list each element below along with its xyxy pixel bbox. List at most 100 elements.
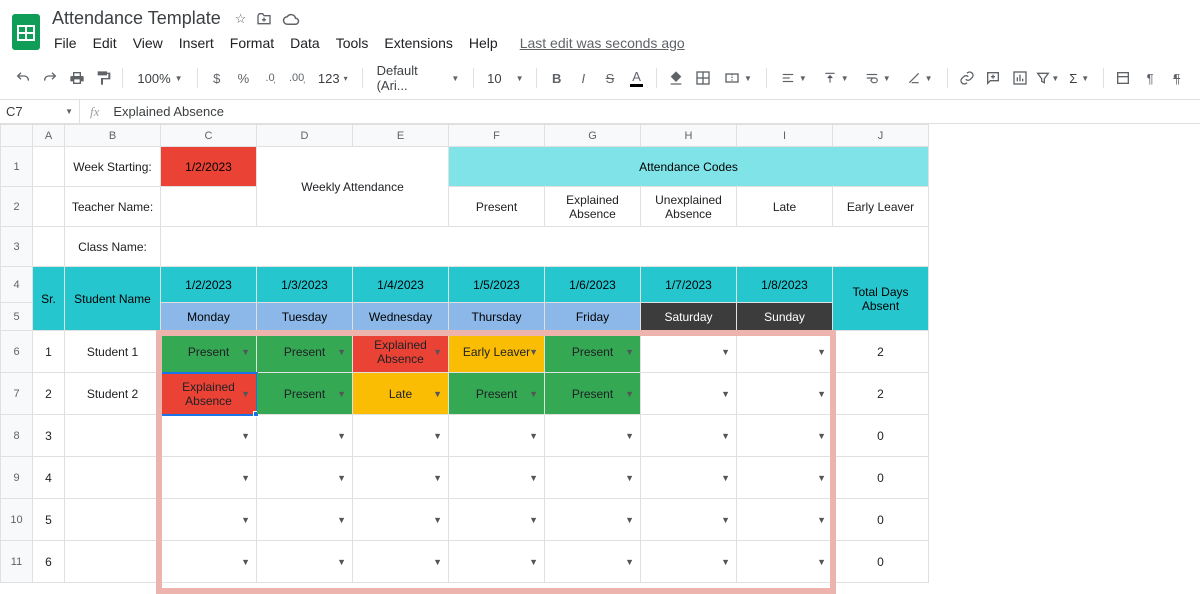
tb-extra-3[interactable]: ¶ [1165, 66, 1188, 90]
cell-total-absent[interactable]: 0 [833, 541, 929, 583]
row-header[interactable]: 2 [1, 187, 33, 227]
attendance-dropdown-cell[interactable]: ▼ [449, 457, 545, 499]
cell-date-header[interactable]: 1/7/2023 [641, 267, 737, 303]
row-header[interactable]: 9 [1, 457, 33, 499]
col-header[interactable]: D [257, 125, 353, 147]
attendance-dropdown-cell[interactable]: ▼ [641, 457, 737, 499]
number-format-combo[interactable]: 123▾ [312, 69, 354, 88]
attendance-dropdown-cell[interactable]: Present▼ [449, 373, 545, 415]
attendance-dropdown-cell[interactable]: Late▼ [353, 373, 449, 415]
font-combo[interactable]: Default (Ari...▼ [371, 61, 466, 95]
col-header[interactable]: B [65, 125, 161, 147]
cell[interactable] [33, 187, 65, 227]
menu-view[interactable]: View [127, 33, 169, 53]
decrease-decimals-button[interactable]: .0̩ [259, 66, 282, 90]
cell-student-name[interactable]: Student 1 [65, 331, 161, 373]
cell-student-name[interactable] [65, 499, 161, 541]
attendance-dropdown-cell[interactable]: Present▼ [257, 331, 353, 373]
attendance-dropdown-cell[interactable]: Present▼ [545, 331, 641, 373]
insert-link-button[interactable] [956, 66, 979, 90]
attendance-dropdown-cell[interactable]: ▼ [737, 541, 833, 583]
col-header[interactable]: H [641, 125, 737, 147]
cell-date-header[interactable]: 1/3/2023 [257, 267, 353, 303]
cell-sr[interactable]: 6 [33, 541, 65, 583]
menu-tools[interactable]: Tools [330, 33, 375, 53]
italic-button[interactable]: I [572, 66, 595, 90]
menu-insert[interactable]: Insert [173, 33, 220, 53]
cell-studentname-header[interactable]: Student Name [65, 267, 161, 331]
cell-date-header[interactable]: 1/6/2023 [545, 267, 641, 303]
cell-class-name-label[interactable]: Class Name: [65, 227, 161, 267]
attendance-dropdown-cell[interactable]: ▼ [641, 331, 737, 373]
cloud-status-icon[interactable] [282, 11, 300, 27]
cell-sr[interactable]: 5 [33, 499, 65, 541]
attendance-dropdown-cell[interactable]: Present▼ [257, 373, 353, 415]
menu-format[interactable]: Format [224, 33, 280, 53]
attendance-dropdown-cell[interactable]: ▼ [641, 499, 737, 541]
cell-day-header[interactable]: Tuesday [257, 303, 353, 331]
cell-sr[interactable]: 1 [33, 331, 65, 373]
attendance-dropdown-cell[interactable]: ▼ [641, 541, 737, 583]
cell-sr[interactable]: 4 [33, 457, 65, 499]
borders-button[interactable] [691, 66, 714, 90]
attendance-dropdown-cell[interactable]: ▼ [257, 541, 353, 583]
cell[interactable] [161, 187, 257, 227]
print-button[interactable] [65, 66, 88, 90]
attendance-dropdown-cell[interactable]: Explained Absence▼ [161, 373, 257, 415]
attendance-dropdown-cell[interactable]: ▼ [161, 457, 257, 499]
menu-file[interactable]: File [48, 33, 83, 53]
attendance-dropdown-cell[interactable]: ▼ [353, 457, 449, 499]
cell-sr[interactable]: 2 [33, 373, 65, 415]
cell-day-header[interactable]: Friday [545, 303, 641, 331]
halign-button[interactable]: ▼ [775, 69, 813, 87]
col-header[interactable]: I [737, 125, 833, 147]
attendance-dropdown-cell[interactable]: ▼ [161, 499, 257, 541]
attendance-dropdown-cell[interactable]: ▼ [449, 415, 545, 457]
cell[interactable] [161, 227, 929, 267]
cell-date-header[interactable]: 1/5/2023 [449, 267, 545, 303]
attendance-dropdown-cell[interactable]: Explained Absence▼ [353, 331, 449, 373]
functions-button[interactable]: Σ▼ [1063, 69, 1095, 88]
cell-day-header[interactable]: Wednesday [353, 303, 449, 331]
col-header[interactable]: G [545, 125, 641, 147]
row-header[interactable]: 4 [1, 267, 33, 303]
cell-code[interactable]: Explained Absence [545, 187, 641, 227]
cell-student-name[interactable] [65, 457, 161, 499]
cell-week-starting-date[interactable]: 1/2/2023 [161, 147, 257, 187]
undo-button[interactable] [12, 66, 35, 90]
cell-teacher-name-label[interactable]: Teacher Name: [65, 187, 161, 227]
attendance-dropdown-cell[interactable]: Early Leaver▼ [449, 331, 545, 373]
insert-chart-button[interactable] [1009, 66, 1032, 90]
cell-student-name[interactable] [65, 415, 161, 457]
cell-date-header[interactable]: 1/2/2023 [161, 267, 257, 303]
font-size-combo[interactable]: 10▼ [482, 69, 528, 88]
cell[interactable] [33, 147, 65, 187]
row-header[interactable]: 8 [1, 415, 33, 457]
spreadsheet-grid[interactable]: A B C D E F G H I J 1 Week Starting: 1/2… [0, 124, 1200, 583]
last-edit-link[interactable]: Last edit was seconds ago [520, 35, 685, 51]
attendance-dropdown-cell[interactable]: ▼ [257, 457, 353, 499]
attendance-dropdown-cell[interactable]: ▼ [353, 415, 449, 457]
attendance-dropdown-cell[interactable]: ▼ [641, 415, 737, 457]
cell-day-header[interactable]: Saturday [641, 303, 737, 331]
row-header[interactable]: 7 [1, 373, 33, 415]
attendance-dropdown-cell[interactable]: ▼ [737, 457, 833, 499]
fill-color-button[interactable] [665, 66, 688, 90]
attendance-dropdown-cell[interactable]: ▼ [257, 499, 353, 541]
attendance-dropdown-cell[interactable]: ▼ [545, 541, 641, 583]
attendance-dropdown-cell[interactable]: ▼ [737, 373, 833, 415]
cell-code[interactable]: Present [449, 187, 545, 227]
cell-code[interactable]: Unexplained Absence [641, 187, 737, 227]
cell-date-header[interactable]: 1/8/2023 [737, 267, 833, 303]
attendance-dropdown-cell[interactable]: ▼ [545, 457, 641, 499]
valign-button[interactable]: ▼ [817, 69, 855, 87]
cell-total-absent[interactable]: 2 [833, 331, 929, 373]
cell-main-title[interactable]: Weekly Attendance [257, 147, 449, 227]
format-percent-button[interactable]: % [232, 66, 255, 90]
merge-cells-button[interactable]: ▼ [718, 68, 758, 88]
cell-total-absent[interactable]: 0 [833, 415, 929, 457]
increase-decimals-button[interactable]: .00̩ [285, 66, 308, 90]
row-header[interactable]: 6 [1, 331, 33, 373]
redo-button[interactable] [39, 66, 62, 90]
menu-edit[interactable]: Edit [87, 33, 123, 53]
